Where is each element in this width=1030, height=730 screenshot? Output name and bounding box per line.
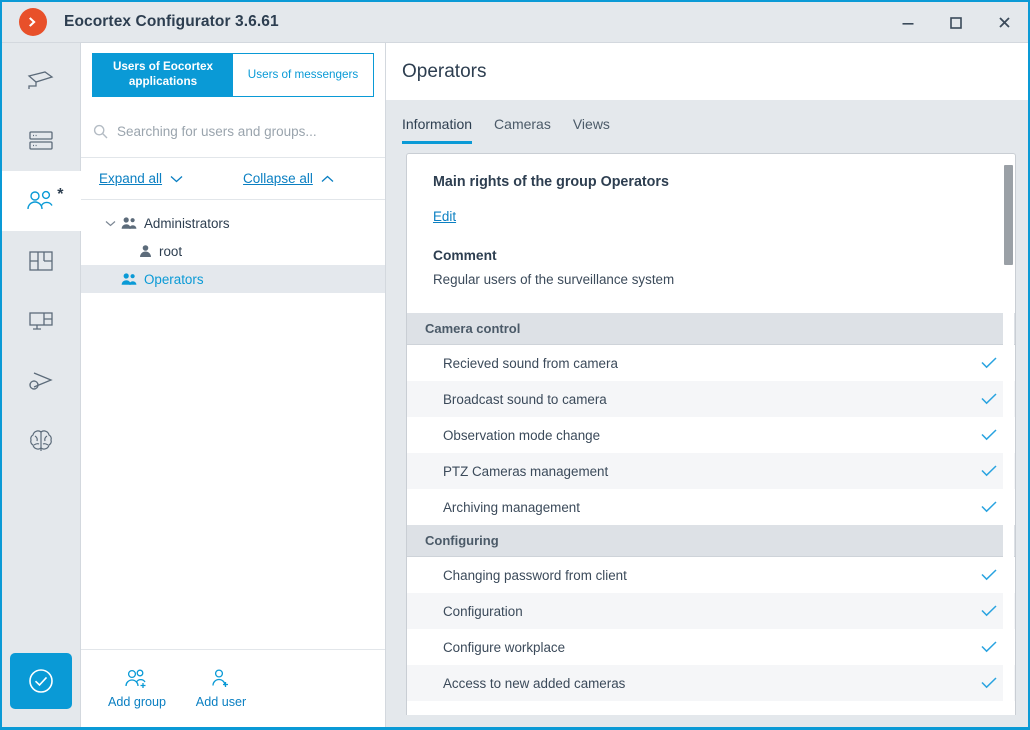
rail-item-users[interactable]: * [1,171,81,231]
permission-label: Broadcast sound to camera [443,391,607,407]
tree-item-label: root [159,243,183,259]
permission-row[interactable]: Broadcast sound to camera [407,381,1015,417]
check-icon [981,429,997,441]
add-user-label: Add user [195,695,247,709]
tree-item-root[interactable]: root [81,237,385,265]
content-header: Operators [386,43,1028,100]
search-row [81,106,385,158]
users-panel-footer: Add group Add user [81,649,385,727]
permissions-scrollbar[interactable] [1003,155,1014,715]
chevron-up-icon [321,175,334,183]
expand-all-button[interactable]: Expand all [99,171,183,186]
permission-label: Recieved sound from camera [443,355,618,371]
add-user-button[interactable]: Add user [179,668,263,709]
add-user-icon [208,668,234,690]
permission-label: Configuration [443,603,523,619]
search-icon [93,124,108,139]
segment-users-of-messengers[interactable]: Users of messengers [233,54,373,96]
rail-item-automation[interactable] [2,351,81,411]
check-icon [981,393,997,405]
check-icon [981,569,997,581]
rail-users-modified-badge: * [57,186,64,203]
permission-row[interactable]: Observation mode change [407,417,1015,453]
group-icon [121,216,137,230]
app-body: * Users of Eocortex applications Users o… [1,43,1028,727]
tab-bar: Information Cameras Views [386,100,1028,144]
check-icon [981,501,997,513]
rail-item-servers[interactable] [2,111,81,171]
permission-row[interactable]: Configure workplace [407,629,1015,665]
add-group-label: Add group [107,695,167,709]
minimize-button[interactable] [884,2,932,43]
add-group-icon [124,668,150,690]
information-card-inner: Main rights of the group Operators Edit … [407,154,1015,701]
edit-link[interactable]: Edit [433,209,456,224]
check-icon [981,677,997,689]
app-window: Eocortex Configurator 3.6.61 * Users of … [0,0,1030,730]
tree-item-label: Administrators [144,215,230,231]
check-icon [981,357,997,369]
information-card: Main rights of the group Operators Edit … [406,153,1016,715]
permission-row[interactable]: Changing password from client [407,557,1015,593]
tab-information[interactable]: Information [402,116,473,144]
window-controls [884,2,1028,42]
nav-rail: * [1,43,81,727]
users-panel: Users of Eocortex applications Users of … [81,43,386,727]
chevron-down-icon[interactable] [99,220,121,227]
tree-item-operators[interactable]: Operators [81,265,385,293]
permission-row[interactable]: Recieved sound from camera [407,345,1015,381]
permissions-list: Camera control Recieved sound from camer… [407,313,1015,701]
tree-item-label: Operators [144,271,204,287]
comment-label: Comment [433,248,497,263]
page-title: Operators [402,60,487,82]
permissions-scrollbar-thumb[interactable] [1004,165,1013,265]
segment-users-of-eocortex-applications[interactable]: Users of Eocortex applications [93,54,233,96]
tree-controls: Expand all Collapse all [81,158,385,200]
add-group-button[interactable]: Add group [95,668,179,709]
rail-item-neural-networks[interactable] [2,411,81,471]
permission-section-configuring: Configuring [407,525,1015,557]
permission-label: Configure workplace [443,639,566,655]
permission-label: Changing password from client [443,567,627,583]
tree-item-administrators[interactable]: Administrators [81,209,385,237]
permission-row[interactable]: Configuration [407,593,1015,629]
tab-cameras[interactable]: Cameras [494,116,551,144]
collapse-all-button[interactable]: Collapse all [243,171,334,186]
collapse-all-label: Collapse all [243,171,313,186]
user-icon [139,244,152,258]
search-input[interactable] [117,124,373,139]
group-icon [121,272,137,286]
permission-row[interactable]: Access to new added cameras [407,665,1015,701]
permission-section-camera-control: Camera control [407,313,1015,345]
title-bar: Eocortex Configurator 3.6.61 [2,2,1028,43]
rail-item-cameras[interactable] [2,51,81,111]
check-icon [981,641,997,653]
card-text-block: Main rights of the group Operators Edit … [407,174,1015,287]
chevron-down-icon [170,175,183,183]
rail-item-views[interactable] [2,231,81,291]
permission-label: Observation mode change [443,427,601,443]
rail-item-video-wall[interactable] [2,291,81,351]
tab-views[interactable]: Views [573,116,610,144]
permission-label: Archiving management [443,499,580,515]
maximize-button[interactable] [932,2,980,43]
permission-row[interactable]: Archiving management [407,489,1015,525]
permission-row[interactable]: PTZ Cameras management [407,453,1015,489]
content-area: Operators Information Cameras Views Main… [386,43,1028,727]
users-tree: Administrators root Operators [81,200,385,649]
check-icon [981,605,997,617]
eocortex-chevron-logo-icon [19,8,47,36]
comment-text: Regular users of the surveillance system [433,272,675,287]
main-rights-heading: Main rights of the group Operators [433,174,669,190]
close-button[interactable] [980,2,1028,43]
app-title: Eocortex Configurator 3.6.61 [64,13,279,30]
permission-label: Access to new added cameras [443,675,626,691]
apply-settings-button[interactable] [10,653,72,709]
permission-label: PTZ Cameras management [443,463,609,479]
user-source-segmented-control: Users of Eocortex applications Users of … [92,53,374,97]
check-icon [981,465,997,477]
expand-all-label: Expand all [99,171,163,186]
